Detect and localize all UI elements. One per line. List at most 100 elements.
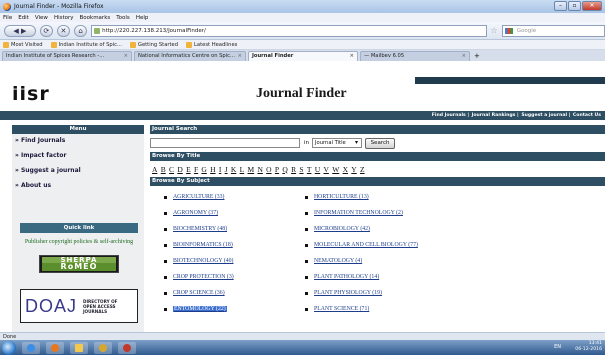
subject-link-selected[interactable]: ENTOMOLOGY (22) <box>164 301 234 317</box>
close-icon[interactable]: ✕ <box>582 1 602 11</box>
clock[interactable]: 13:41 06-12-2016 <box>575 341 602 353</box>
taskbar-media-icon[interactable] <box>94 341 112 354</box>
letter-link-w[interactable]: W <box>332 165 339 174</box>
topnav-find-journals[interactable]: Find Journals <box>432 113 466 118</box>
new-tab-icon[interactable]: + <box>472 51 480 61</box>
subject-link[interactable]: PLANT PATHOLOGY (14) <box>305 269 418 285</box>
menu-bookmarks[interactable]: Bookmarks <box>80 15 111 21</box>
subject-link[interactable]: MICROBIOLOGY (42) <box>305 221 418 237</box>
bookmark-most-visited[interactable]: Most Visited <box>3 41 43 48</box>
tab-journal-finder[interactable]: Journal Finder × <box>248 51 358 61</box>
search-button[interactable]: Search <box>365 137 396 149</box>
sherpa-romeo-logo[interactable]: SHERPA RoMEO <box>39 255 119 273</box>
topnav-journal-rankings[interactable]: Journal Rankings <box>472 113 516 118</box>
stop-icon[interactable]: ✕ <box>56 24 70 37</box>
letter-link-x[interactable]: X <box>343 165 348 174</box>
letter-link-j[interactable]: J <box>225 165 228 174</box>
letter-link-i[interactable]: I <box>219 165 222 174</box>
subject-link[interactable]: AGRONOMY (37) <box>164 205 234 221</box>
topnav-suggest-journal[interactable]: Suggest a journal <box>521 113 567 118</box>
letter-link-e[interactable]: E <box>186 165 191 174</box>
start-button[interactable] <box>2 340 16 355</box>
letter-link-b[interactable]: B <box>161 165 166 174</box>
subject-link[interactable]: NEMATOLOGY (4) <box>305 253 418 269</box>
subject-link[interactable]: BIOINFORMATICS (18) <box>164 237 234 253</box>
sidebar-item-find-journals[interactable]: » Find Journals <box>12 134 144 149</box>
letter-link-y[interactable]: Y <box>351 165 356 174</box>
menu-tools[interactable]: Tools <box>116 15 130 21</box>
letter-link-g[interactable]: G <box>201 165 206 174</box>
subject-link[interactable]: PLANT PHYSIOLOGY (19) <box>305 285 418 301</box>
close-tab-icon[interactable]: × <box>124 52 128 61</box>
letter-link-f[interactable]: F <box>194 165 198 174</box>
subject-link[interactable]: INFORMATION TECHNOLOGY (2) <box>305 205 418 221</box>
journal-search-input[interactable] <box>150 138 300 148</box>
subject-link[interactable]: AGRICULTURE (33) <box>164 189 234 205</box>
letter-link-v[interactable]: V <box>323 165 328 174</box>
iisr-logo[interactable]: iisr <box>12 83 50 105</box>
tray-language[interactable]: EN <box>554 344 561 350</box>
browse-by-subject-header: Browse By Subject <box>150 177 605 186</box>
tab-iisr[interactable]: Indian Institute of Spices Research -...… <box>2 51 132 61</box>
letter-link-u[interactable]: U <box>315 165 320 174</box>
subject-link[interactable]: HORTICULTURE (13) <box>305 189 418 205</box>
home-icon[interactable]: ⌂ <box>73 24 88 37</box>
menu-file[interactable]: File <box>3 15 12 21</box>
taskbar-firefox-icon[interactable] <box>46 341 64 354</box>
url-input[interactable]: http://220.227.138.213/JournalFinder/ <box>91 24 487 37</box>
bookmark-iisr[interactable]: Indian Institute of Spic... <box>50 41 122 48</box>
bookmarks-toolbar: Most Visited Indian Institute of Spic...… <box>0 40 605 50</box>
close-tab-icon[interactable]: × <box>350 52 354 61</box>
topnav-contact-us[interactable]: Contact Us <box>573 113 601 118</box>
tab-nic-spices[interactable]: National Informatics Centre on Spic... × <box>134 51 246 61</box>
menu-help[interactable]: Help <box>136 15 149 21</box>
tab-mailbev[interactable]: — Mailbev 6.05 × <box>360 51 470 61</box>
subject-link[interactable]: BIOTECHNOLOGY (40) <box>164 253 234 269</box>
letter-link-d[interactable]: D <box>177 165 182 174</box>
taskbar-ie-icon[interactable] <box>22 341 40 354</box>
close-tab-icon[interactable]: × <box>462 52 466 61</box>
letter-link-m[interactable]: M <box>247 165 254 174</box>
letter-link-r[interactable]: R <box>291 165 296 174</box>
subject-link[interactable]: MOLECULAR AND CELL BIOLOGY (77) <box>305 237 418 253</box>
letter-link-p[interactable]: P <box>275 165 279 174</box>
letter-link-t[interactable]: T <box>307 165 312 174</box>
reload-icon[interactable]: ⟳ <box>39 24 53 37</box>
letter-link-n[interactable]: N <box>257 165 262 174</box>
bookmark-latest-headlines[interactable]: Latest Headlines <box>186 41 237 48</box>
journal-search-header: Journal Search <box>150 125 605 134</box>
letter-link-a[interactable]: A <box>152 165 157 174</box>
letter-link-z[interactable]: Z <box>360 165 365 174</box>
minimize-icon[interactable]: – <box>554 1 567 11</box>
letter-link-o[interactable]: O <box>266 165 271 174</box>
back-forward-button[interactable]: ◀ ▶ <box>4 24 36 37</box>
sidebar-menu-title: Menu <box>12 125 144 134</box>
letter-link-c[interactable]: C <box>169 165 174 174</box>
letter-link-l[interactable]: L <box>240 165 245 174</box>
subject-link[interactable]: CROP SCIENCE (36) <box>164 285 234 301</box>
bookmark-getting-started[interactable]: Getting Started <box>129 41 178 48</box>
menu-edit[interactable]: Edit <box>18 15 29 21</box>
sidebar-item-about-us[interactable]: » About us <box>12 179 144 194</box>
subject-link[interactable]: BIOCHEMISTRY (48) <box>164 221 234 237</box>
taskbar-explorer-icon[interactable] <box>70 341 88 354</box>
letter-link-s[interactable]: S <box>299 165 303 174</box>
sidebar-item-suggest-journal[interactable]: » Suggest a journal <box>12 164 144 179</box>
subject-link[interactable]: PLANT SCIENCE (71) <box>305 301 418 317</box>
sidebar-item-impact-factor[interactable]: » Impact factor <box>12 149 144 164</box>
close-tab-icon[interactable]: × <box>238 52 242 61</box>
menu-history[interactable]: History <box>54 15 74 21</box>
bookmark-star-icon[interactable]: ☆ <box>491 26 498 35</box>
subject-link[interactable]: CROP PROTECTION (3) <box>164 269 234 285</box>
search-field-select[interactable]: Journal Title <box>312 138 363 148</box>
search-input[interactable]: Google <box>501 24 605 37</box>
doaj-logo[interactable]: DOAJ DIRECTORY OF OPEN ACCESS JOURNALS <box>20 289 138 323</box>
publisher-policies-link[interactable]: Publisher copyright policies & self-arch… <box>20 238 138 246</box>
maximize-icon[interactable]: ▫ <box>568 1 581 11</box>
letter-link-h[interactable]: H <box>210 165 215 174</box>
menu-view[interactable]: View <box>35 15 48 21</box>
site-header: iisr Journal Finder <box>0 61 605 111</box>
letter-link-k[interactable]: K <box>231 165 236 174</box>
taskbar-opera-icon[interactable] <box>118 341 136 354</box>
letter-link-q[interactable]: Q <box>282 165 287 174</box>
